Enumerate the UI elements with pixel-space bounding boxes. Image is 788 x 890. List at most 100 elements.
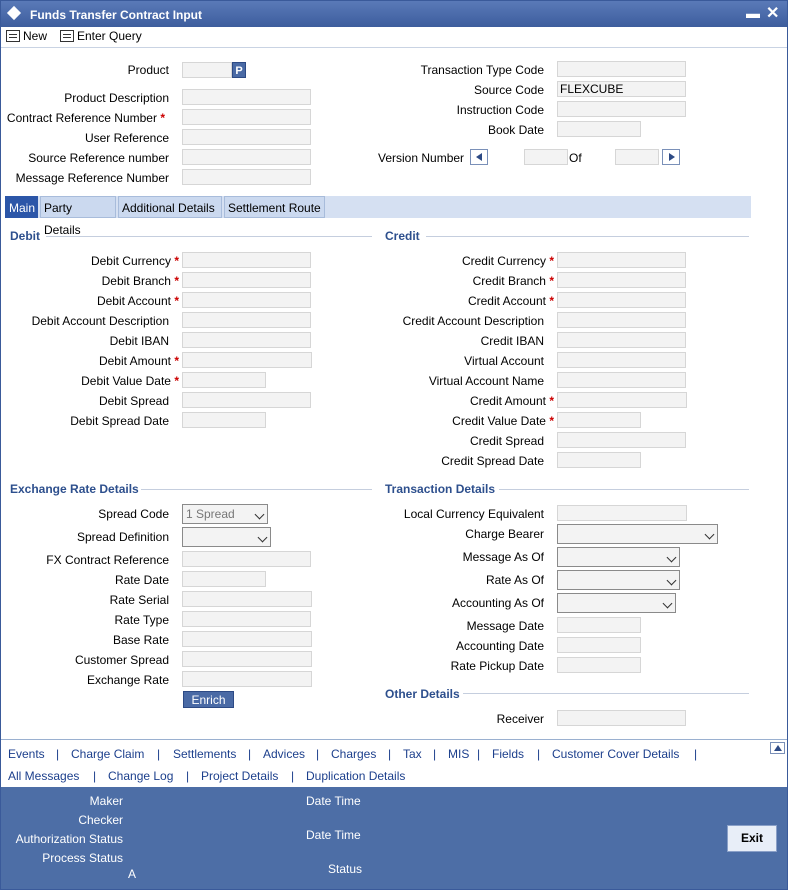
book-date-field[interactable]	[557, 121, 641, 137]
debit-spread-field[interactable]	[182, 392, 311, 408]
tab-settlement-route[interactable]: Settlement Route	[224, 196, 325, 218]
rate-date-field[interactable]	[182, 571, 266, 587]
charge-bearer-select[interactable]	[557, 524, 718, 544]
local-currency-equivalent-field[interactable]	[557, 505, 687, 521]
credit-amount-field[interactable]	[557, 392, 687, 408]
version-previous-button[interactable]	[470, 149, 488, 165]
new-button[interactable]: New	[6, 29, 47, 43]
debit-spread-date-label: Debit Spread Date	[70, 414, 169, 428]
enrich-button[interactable]: Enrich	[183, 691, 234, 708]
of-label: Of	[569, 151, 582, 165]
arrow-left-icon	[476, 153, 482, 161]
title-bar: Funds Transfer Contract Input ▬ ✕	[1, 1, 787, 27]
transaction-details-heading: Transaction Details	[385, 482, 496, 496]
version-next-button[interactable]	[662, 149, 680, 165]
product-description-label: Product Description	[64, 91, 169, 105]
rate-pickup-date-label: Rate Pickup Date	[450, 659, 544, 673]
status-bar: Maker Checker Authorization Status Proce…	[1, 787, 787, 889]
chevron-down-icon	[254, 509, 265, 520]
link-duplication-details[interactable]: Duplication Details	[306, 769, 405, 783]
source-code-field[interactable]: FLEXCUBE	[557, 81, 686, 97]
contract-reference-field[interactable]	[182, 109, 311, 125]
authorization-status-label: Authorization Status	[15, 832, 123, 846]
debit-spread-date-field[interactable]	[182, 412, 266, 428]
rate-type-field[interactable]	[182, 611, 311, 627]
debit-account-description-field[interactable]	[182, 312, 311, 328]
toolbar: New Enter Query	[1, 27, 787, 48]
receiver-field[interactable]	[557, 710, 686, 726]
close-icon[interactable]: ✕	[766, 3, 779, 23]
spread-definition-select[interactable]	[182, 527, 271, 547]
link-customer-cover-details[interactable]: Customer Cover Details	[552, 747, 679, 761]
link-separator: |	[694, 747, 698, 761]
credit-divider	[426, 236, 749, 237]
debit-heading: Debit	[10, 229, 40, 243]
link-charge-claim[interactable]: Charge Claim	[71, 747, 144, 761]
customer-spread-field[interactable]	[182, 651, 312, 667]
source-reference-field[interactable]	[182, 149, 311, 165]
enter-query-button[interactable]: Enter Query	[60, 29, 142, 43]
message-reference-field[interactable]	[182, 169, 311, 185]
debit-value-date-field[interactable]	[182, 372, 266, 388]
message-date-field[interactable]	[557, 617, 641, 633]
base-rate-field[interactable]	[182, 631, 312, 647]
product-lov-button[interactable]: P	[232, 62, 246, 78]
virtual-account-name-field[interactable]	[557, 372, 686, 388]
rate-date-label: Rate Date	[114, 573, 169, 587]
user-reference-label: User Reference	[84, 131, 169, 145]
exchange-rate-field[interactable]	[182, 671, 312, 687]
message-as-of-select[interactable]	[557, 547, 680, 567]
version-total-field[interactable]	[615, 149, 659, 165]
accounting-date-label: Accounting Date	[455, 639, 544, 653]
credit-value-date-field[interactable]	[557, 412, 641, 428]
minimize-icon[interactable]: ▬	[746, 5, 760, 21]
tab-additional-details[interactable]: Additional Details	[118, 196, 222, 218]
link-project-details[interactable]: Project Details	[201, 769, 278, 783]
credit-iban-field[interactable]	[557, 332, 686, 348]
transaction-type-code-field[interactable]	[557, 61, 686, 77]
link-advices[interactable]: Advices	[263, 747, 305, 761]
product-field[interactable]	[182, 62, 232, 78]
spread-code-select[interactable]: 1 Spread	[182, 504, 268, 524]
debit-amount-field[interactable]	[182, 352, 312, 368]
credit-spread-field[interactable]	[557, 432, 686, 448]
link-tax[interactable]: Tax	[403, 747, 422, 761]
link-events[interactable]: Events	[8, 747, 45, 761]
product-description-field[interactable]	[182, 89, 311, 105]
rate-serial-field[interactable]	[182, 591, 312, 607]
debit-branch-field[interactable]	[182, 272, 311, 288]
link-mis[interactable]: MIS	[448, 747, 469, 761]
credit-branch-field[interactable]	[557, 272, 686, 288]
debit-account-field[interactable]	[182, 292, 311, 308]
fx-contract-reference-field[interactable]	[182, 551, 311, 567]
instruction-code-field[interactable]	[557, 101, 686, 117]
chevron-down-icon	[704, 529, 715, 540]
credit-currency-field[interactable]	[557, 252, 686, 268]
link-separator: |	[157, 747, 161, 761]
exit-button[interactable]: Exit	[727, 825, 777, 852]
credit-spread-date-field[interactable]	[557, 452, 641, 468]
link-fields[interactable]: Fields	[492, 747, 524, 761]
accounting-as-of-select[interactable]	[557, 593, 676, 613]
credit-account-field[interactable]	[557, 292, 686, 308]
debit-currency-field[interactable]	[182, 252, 311, 268]
credit-account-description-field[interactable]	[557, 312, 686, 328]
rate-pickup-date-field[interactable]	[557, 657, 641, 673]
message-reference-label: Message Reference Number	[15, 171, 169, 185]
link-charges[interactable]: Charges	[331, 747, 376, 761]
link-settlements[interactable]: Settlements	[173, 747, 236, 761]
tab-party-details[interactable]: Party Details	[40, 196, 116, 237]
scroll-up-button[interactable]	[770, 742, 785, 754]
checker-date-time-label: Date Time	[306, 828, 361, 842]
user-reference-field[interactable]	[182, 129, 311, 145]
debit-iban-field[interactable]	[182, 332, 311, 348]
accounting-date-field[interactable]	[557, 637, 641, 653]
version-number-field[interactable]	[524, 149, 568, 165]
accounting-as-of-label: Accounting As Of	[451, 596, 544, 610]
link-separator: |	[477, 747, 481, 761]
tab-main[interactable]: Main	[5, 196, 38, 218]
link-all-messages[interactable]: All Messages	[8, 769, 79, 783]
link-change-log[interactable]: Change Log	[108, 769, 173, 783]
rate-as-of-select[interactable]	[557, 570, 680, 590]
virtual-account-field[interactable]	[557, 352, 686, 368]
